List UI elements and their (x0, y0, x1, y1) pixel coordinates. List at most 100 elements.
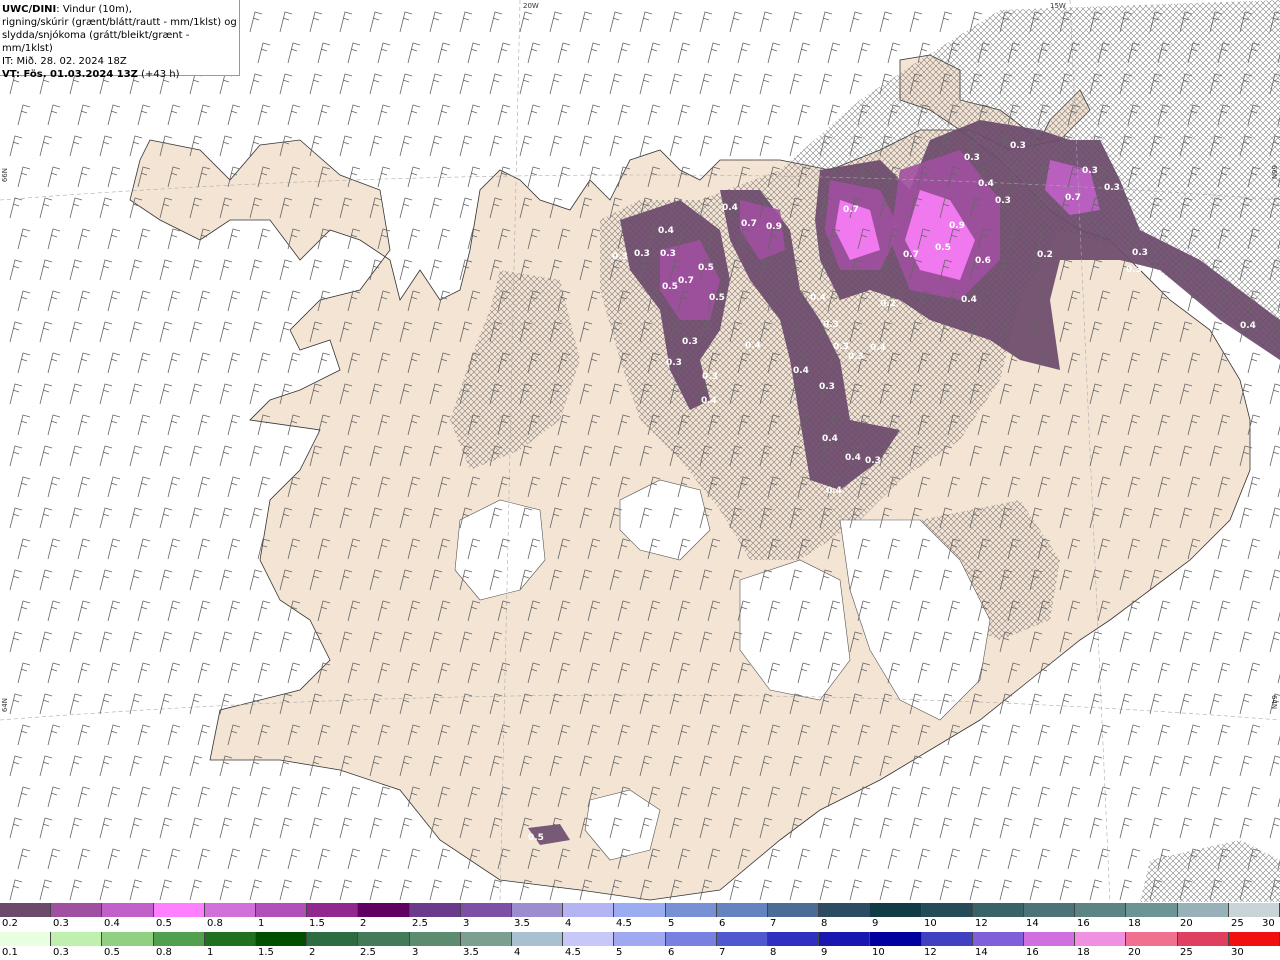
precip-value: 0.3 (682, 337, 698, 347)
legend-swatch (409, 932, 461, 946)
legend-swatch (1126, 932, 1178, 946)
legend-swatch (921, 932, 973, 946)
precip-value: 0.3 (865, 456, 881, 466)
legend-swatch (972, 932, 1025, 946)
legend-swatch (768, 932, 820, 946)
legend-swatch (0, 932, 52, 946)
precip-value: 0.3 (995, 196, 1011, 206)
precip-value: 0.3 (666, 358, 682, 368)
legend-label: 20 (1128, 947, 1141, 958)
legend-swatch (716, 903, 769, 917)
legend-swatch (153, 932, 205, 946)
legend-swatch (1024, 903, 1076, 917)
legend-label: 0.3 (53, 918, 69, 929)
legend-label: 10 (872, 947, 885, 958)
precip-value: 0.3 (1132, 248, 1148, 258)
legend-swatch (204, 903, 257, 917)
legend-swatch (358, 932, 410, 946)
legend-swatch (51, 903, 103, 917)
legend-label: 18 (1077, 947, 1090, 958)
legend-label: 2 (309, 947, 316, 958)
precip-value: 0.5 (698, 263, 714, 273)
precip-value: 0.7 (843, 205, 859, 215)
precip-value: 0.7 (678, 276, 694, 286)
precip-value: 0.2 (1037, 250, 1053, 260)
legend-label: 2.5 (360, 947, 376, 958)
legend-swatch (1024, 932, 1076, 946)
title-rest: : Vindur (10m), (56, 4, 132, 15)
legend-swatch (1228, 903, 1280, 917)
legend-swatch (256, 932, 308, 946)
legend-swatch (614, 932, 666, 946)
legend-swatch (1075, 932, 1127, 946)
precip-value: 0.4 (658, 226, 674, 236)
precip-value: 0.4 (845, 453, 861, 463)
precip-value: 0.4 (793, 366, 809, 376)
legend-label: 16 (1077, 918, 1090, 929)
grid-label-66n-left: 66N (1, 168, 9, 183)
legend-swatch (102, 932, 154, 946)
legend-swatch (256, 903, 308, 917)
precip-value: 0.3 (660, 249, 676, 259)
precip-value: 0.7 (1065, 193, 1081, 203)
precip-value: 0.3 (612, 252, 628, 262)
legend-label: 3 (412, 947, 419, 958)
precip-value: 0.3 (1082, 166, 1098, 176)
legend-label: 3 (463, 918, 470, 929)
description-line-3: slydda/snjókoma (grátt/bleikt/grænt - mm… (2, 30, 190, 54)
lead-time: (+43 h) (137, 69, 180, 80)
legend-swatch (512, 932, 564, 946)
legend-label: 14 (1026, 918, 1039, 929)
grid-label-15w: 15W (1050, 2, 1066, 10)
legend-swatch (102, 903, 154, 917)
precip-value: 0.9 (949, 221, 965, 231)
grid-label-66n-right: 66N (1270, 165, 1278, 180)
legend-label: 7 (770, 918, 777, 929)
grid-label-64n-right: 64N (1270, 695, 1278, 710)
weather-map (0, 0, 1280, 902)
precip-value: 0.4 (978, 179, 994, 189)
legend-label: 3.5 (463, 947, 479, 958)
legend-label: 0.5 (104, 947, 120, 958)
legend-swatch (204, 932, 257, 946)
legend-label: 6 (719, 918, 726, 929)
precip-value: 0.3 (1010, 141, 1026, 151)
legend-swatch (563, 903, 615, 917)
legend-label: 2.5 (412, 918, 428, 929)
snow-color-legend (0, 903, 1280, 917)
precip-value: 0.5 (935, 243, 951, 253)
legend-label: 16 (1026, 947, 1039, 958)
legend-label: 1.5 (309, 918, 325, 929)
rain-legend-labels: 0.1 0.3 0.5 0.8 1 1.5 2 2.5 3 3.5 4 4.5 5 6 7 8 9 10 12 14 1… (0, 947, 1280, 959)
precip-value: 0.4 (701, 396, 717, 406)
precip-value: 0.7 (741, 219, 757, 229)
legend-swatch (460, 932, 513, 946)
legend-swatch (1075, 903, 1127, 917)
snow-legend-labels: 0.2 0.3 0.4 0.5 0.8 1 1.5 2 2.5 3 3.5 4 4.5 5 6 7 8 9 10 12… (0, 918, 1280, 930)
precip-value: 0.7 (903, 250, 919, 260)
legend-swatch (1126, 903, 1178, 917)
legend-swatch (665, 932, 717, 946)
legend-label: 1.5 (258, 947, 274, 958)
legend-swatch (358, 903, 410, 917)
legend-swatch (1177, 932, 1229, 946)
model-title: UWC/DINI (2, 4, 57, 15)
legend-swatch (460, 903, 513, 917)
legend-label: 30 (1231, 947, 1244, 958)
precip-value: 0.4 (722, 203, 738, 213)
legend-label: 4.5 (565, 947, 581, 958)
precip-value: 0.4 (1240, 321, 1256, 331)
precip-value: 0.4 (961, 295, 977, 305)
valid-time: VT: Fös. 01.03.2024 13Z (2, 69, 138, 80)
legend-label: 0.3 (53, 947, 69, 958)
legend-label: 10 (924, 918, 937, 929)
precip-value: 0.3 (819, 382, 835, 392)
legend-swatch (819, 903, 871, 917)
legend-swatch (1177, 903, 1229, 917)
map-info-box: UWC/DINI: Vindur (10m), rigning/skúrir (… (0, 0, 240, 80)
legend-label: 2 (360, 918, 367, 929)
legend-label: 0.8 (207, 918, 223, 929)
precip-value: 0.4 (810, 293, 826, 303)
legend-swatch (512, 903, 564, 917)
legend-swatch (921, 903, 973, 917)
